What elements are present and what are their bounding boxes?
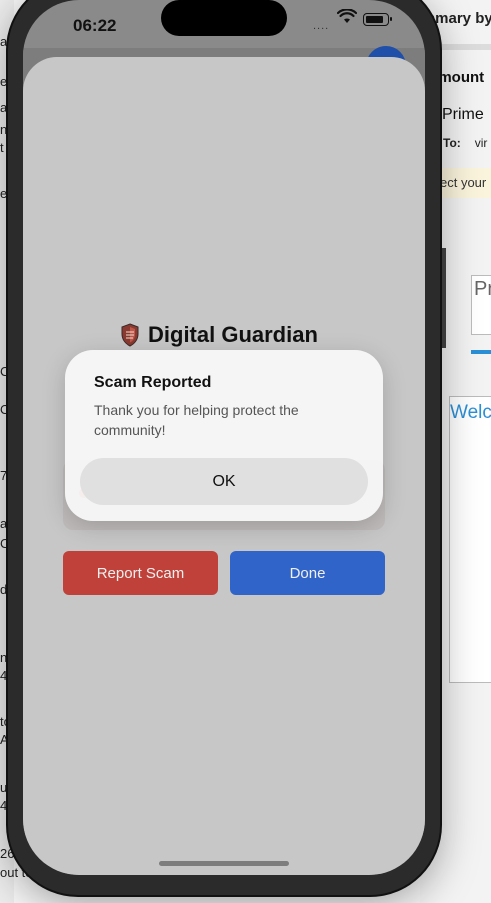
background-to-label: To: bbox=[443, 136, 461, 150]
background-left-text: n bbox=[0, 122, 8, 137]
status-bar: 06:22 .... bbox=[23, 0, 425, 48]
status-time: 06:22 bbox=[73, 16, 117, 35]
background-welcome-text: Welc bbox=[450, 402, 491, 423]
background-title: nmary by bbox=[426, 10, 491, 27]
phone-frame: 06:22 .... Digital Guardian Report Scam … bbox=[8, 0, 440, 895]
background-left-text: 4 bbox=[0, 798, 8, 813]
signal-icon: .... bbox=[313, 20, 330, 32]
wifi-icon bbox=[337, 9, 357, 23]
background-left-text: t bbox=[0, 140, 4, 155]
background-to-value: vir bbox=[474, 136, 488, 150]
alert-message: Thank you for helping protect the commun… bbox=[94, 402, 299, 438]
background-left-text: d bbox=[0, 582, 8, 597]
alert-dialog: Scam Reported Thank you for helping prot… bbox=[65, 350, 383, 521]
background-divider bbox=[440, 44, 491, 50]
background-to-row: To: vir bbox=[443, 136, 487, 150]
battery-icon bbox=[363, 13, 389, 26]
background-welcome-box: Welc bbox=[449, 396, 491, 683]
background-progress-bar bbox=[471, 350, 491, 354]
background-left-text: e bbox=[0, 186, 8, 201]
background-left-text: u bbox=[0, 780, 8, 795]
background-left-text: 4 bbox=[0, 668, 8, 683]
background-left-text: 7 bbox=[0, 468, 8, 483]
background-prime: Prime bbox=[442, 106, 484, 123]
phone-screen: 06:22 .... Digital Guardian Report Scam … bbox=[23, 0, 425, 875]
shield-icon bbox=[121, 323, 139, 347]
home-indicator[interactable] bbox=[159, 861, 289, 866]
dynamic-island bbox=[161, 0, 287, 36]
done-button[interactable]: Done bbox=[230, 551, 385, 595]
brand-title: Digital Guardian bbox=[148, 322, 318, 347]
background-input[interactable]: Pr bbox=[471, 275, 491, 335]
alert-title: Scam Reported bbox=[94, 374, 212, 391]
brand-header: Digital Guardian bbox=[120, 322, 318, 348]
alert-ok-button[interactable]: OK bbox=[80, 458, 368, 505]
report-scam-button[interactable]: Report Scam bbox=[63, 551, 218, 595]
background-scrollbar bbox=[441, 248, 446, 348]
background-left-text: n bbox=[0, 650, 8, 665]
background-left-text: e bbox=[0, 74, 8, 89]
battery-nub bbox=[390, 17, 392, 21]
background-left-text: a bbox=[0, 100, 8, 115]
background-left-text: a bbox=[0, 516, 8, 531]
